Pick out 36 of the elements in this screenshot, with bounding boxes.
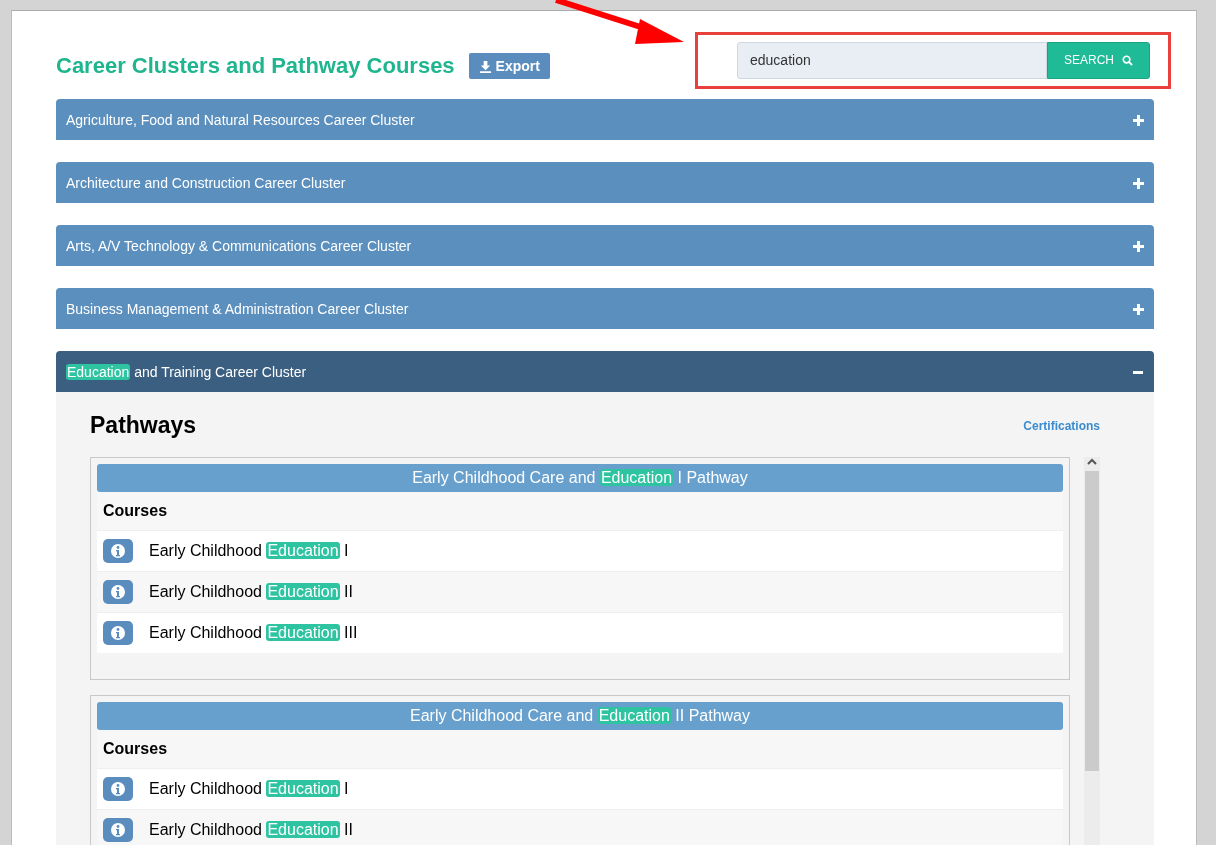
expand-icon <box>1132 302 1144 315</box>
search-field[interactable]: education <box>737 41 1047 79</box>
cluster-header[interactable]: Architecture and Construction Career Cluster <box>56 162 1154 203</box>
info-icon <box>110 781 126 797</box>
cluster-header[interactable]: Business Management & Administration Career Cluster <box>56 288 1154 329</box>
search-button[interactable]: SEARCH <box>1047 41 1150 79</box>
scrollbar[interactable] <box>1084 457 1100 845</box>
course-title: Early Childhood Education II <box>149 583 353 601</box>
course-title: Early Childhood Education III <box>149 624 358 642</box>
search-icon <box>1122 54 1133 66</box>
pathways-heading: Pathways <box>90 412 197 439</box>
expand-icon <box>1132 176 1144 189</box>
certifications-link[interactable]: Certifications <box>1023 418 1100 433</box>
expand-icon <box>1132 239 1144 252</box>
cluster-header[interactable]: Agriculture, Food and Natural Resources Career Cluster <box>56 99 1154 140</box>
info-button[interactable] <box>103 777 133 801</box>
pathway-header: Early Childhood Care and Education I Pathway <box>97 464 1063 492</box>
pathway-header: Early Childhood Care and Education II Pathway <box>97 702 1063 730</box>
page-title: Career Clusters and Pathway Courses <box>56 53 455 79</box>
download-icon <box>478 59 492 73</box>
info-icon <box>110 543 126 559</box>
expand-icon <box>1132 113 1144 126</box>
info-button[interactable] <box>103 580 133 604</box>
course-title: Early Childhood Education I <box>149 780 349 798</box>
info-icon <box>110 584 126 600</box>
info-icon <box>110 625 126 641</box>
course-title: Early Childhood Education II <box>149 821 353 839</box>
export-button[interactable]: Export <box>468 53 550 79</box>
info-button[interactable] <box>103 818 133 842</box>
info-button[interactable] <box>103 621 133 645</box>
scroll-up-icon[interactable] <box>1086 457 1098 467</box>
info-icon <box>110 822 126 838</box>
info-button[interactable] <box>103 539 133 563</box>
cluster-header[interactable]: Arts, A/V Technology & Communications Career Cluster <box>56 225 1154 266</box>
cluster-header[interactable]: Education and Training Career Cluster <box>56 351 1154 392</box>
course-title: Early Childhood Education I <box>149 542 349 560</box>
